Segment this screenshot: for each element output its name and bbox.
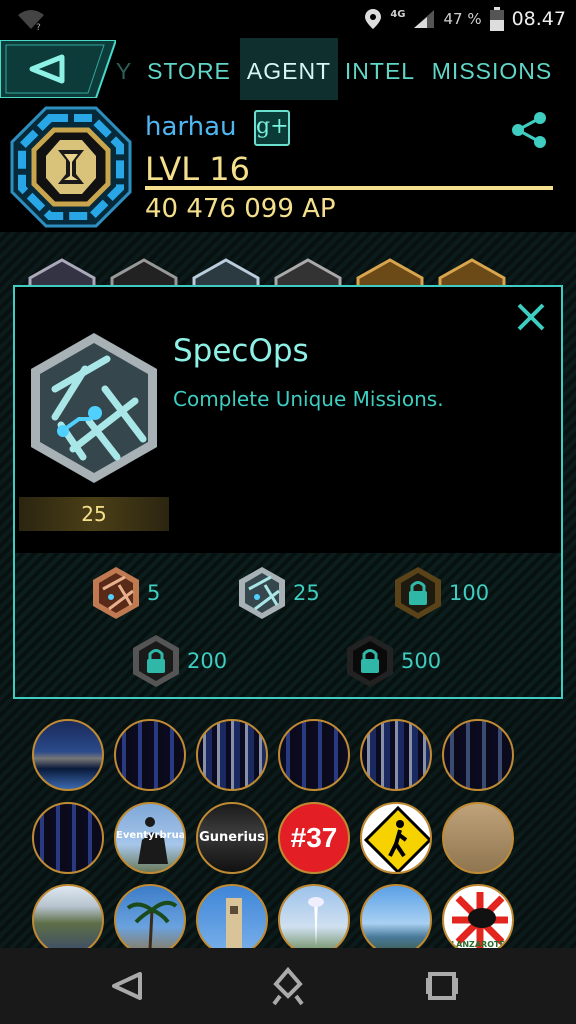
mission-medallion[interactable]: Gunerius [196,802,268,874]
mission-medallion[interactable] [360,719,432,791]
gold-lock-icon [395,567,441,619]
badge-title: SpecOps [173,333,309,369]
level-progress-bar [145,186,553,190]
badge-detail-dialog: SpecOps Complete Unique Missions. 25 5 2… [13,285,563,699]
wifi-icon: ? [18,10,44,31]
home-icon[interactable] [268,966,308,1006]
badge-icon[interactable] [272,258,344,288]
top-nav: Y STORE AGENT INTEL MISSIONS [0,38,576,100]
mission-medallion[interactable]: #37 [278,802,350,874]
agent-level: LVL 16 [145,150,250,188]
badge-description: Complete Unique Missions. [173,387,444,411]
mission-medallion[interactable] [360,802,432,874]
battery-percent: 47 % [443,10,482,28]
tier-value: 200 [187,649,228,673]
badge-icon[interactable] [26,258,98,288]
tier-bronze: 5 [91,565,160,621]
clock: 08.47 [511,8,566,30]
status-bar: ? 4G 47 % 08.47 [0,0,576,38]
status-right: 4G 47 % 08.47 [364,0,566,38]
platinum-lock-icon [133,635,179,687]
agent-ap: 40 476 099 AP [145,194,336,224]
pedestrian-sign-icon [363,805,430,872]
resistance-faction-icon [10,106,132,228]
badge-row [0,258,576,288]
mission-medallion[interactable] [114,884,186,956]
system-nav-bar [0,948,576,1024]
signal-icon [414,10,435,28]
mission-medallion[interactable] [360,884,432,956]
silver-specops-icon [239,567,285,619]
badge-icon[interactable] [190,258,262,288]
bronze-specops-icon [93,567,139,619]
close-icon[interactable] [515,301,547,333]
mission-medallion[interactable] [442,802,514,874]
mission-medallion[interactable] [32,802,104,874]
tier-onyx: 500 [345,633,441,689]
mission-medallion[interactable] [32,719,104,791]
svg-text:?: ? [36,23,41,31]
mission-medallion[interactable] [114,719,186,791]
tier-platinum: 200 [131,633,227,689]
onyx-lock-icon [347,635,393,687]
recent-apps-icon[interactable] [422,966,462,1006]
tab-agent[interactable]: AGENT [240,38,338,100]
mission-medallion[interactable] [278,884,350,956]
badge-icon[interactable] [108,258,180,288]
badge-count: 25 [19,497,169,531]
tab-missions[interactable]: MISSIONS [430,38,554,100]
palm-tree-icon [126,900,178,951]
network-type: 4G [390,8,406,20]
share-icon[interactable] [510,110,550,150]
tier-gold: 100 [393,565,489,621]
mission-medallion[interactable]: Eventyrbrua [114,802,186,874]
mission-medallion[interactable]: LANZAROTE [442,884,514,956]
mission-medallion[interactable] [278,719,350,791]
tier-value: 500 [401,649,442,673]
agent-name[interactable]: harhau [145,112,237,142]
tier-value: 25 [293,581,320,605]
badge-icon[interactable] [436,258,508,288]
tier-value: 5 [147,581,161,605]
tier-value: 100 [449,581,490,605]
location-icon [365,9,382,29]
mission-medallion[interactable] [442,719,514,791]
badge-icon[interactable] [354,258,426,288]
google-plus-button[interactable]: g+ [254,110,290,146]
agent-profile: harhau g+ LVL 16 40 476 099 AP [0,100,576,232]
tier-silver: 25 [237,565,320,621]
tower-icon [226,898,242,950]
specops-badge-icon [31,333,157,483]
tab-intel[interactable]: INTEL [344,38,416,100]
mission-medallion[interactable] [32,884,104,956]
mission-medallion[interactable] [196,719,268,791]
back-icon[interactable] [108,966,148,1006]
fountain-icon [308,897,324,946]
mission-medallion[interactable] [196,884,268,956]
back-button[interactable] [0,40,116,98]
badge-tiers: 5 25 100 200 500 [15,553,561,697]
tab-partial[interactable]: Y [112,38,136,100]
battery-icon [489,7,504,31]
tab-store[interactable]: STORE [142,38,236,100]
